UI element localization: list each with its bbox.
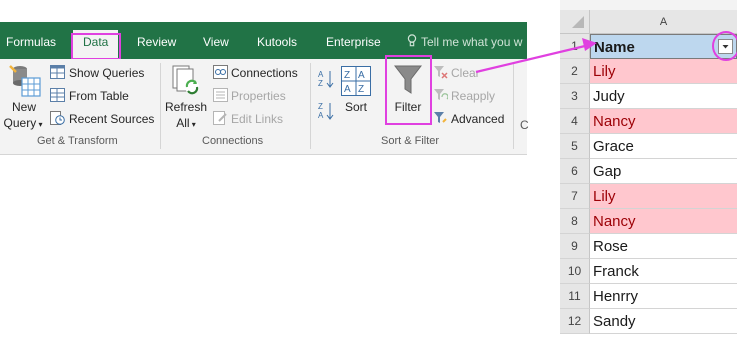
annotation-overlay [475,31,737,74]
pointer-arrow-line [475,44,586,74]
dropdown-highlight-circle [712,31,737,61]
pointer-arrow-head [582,38,597,51]
